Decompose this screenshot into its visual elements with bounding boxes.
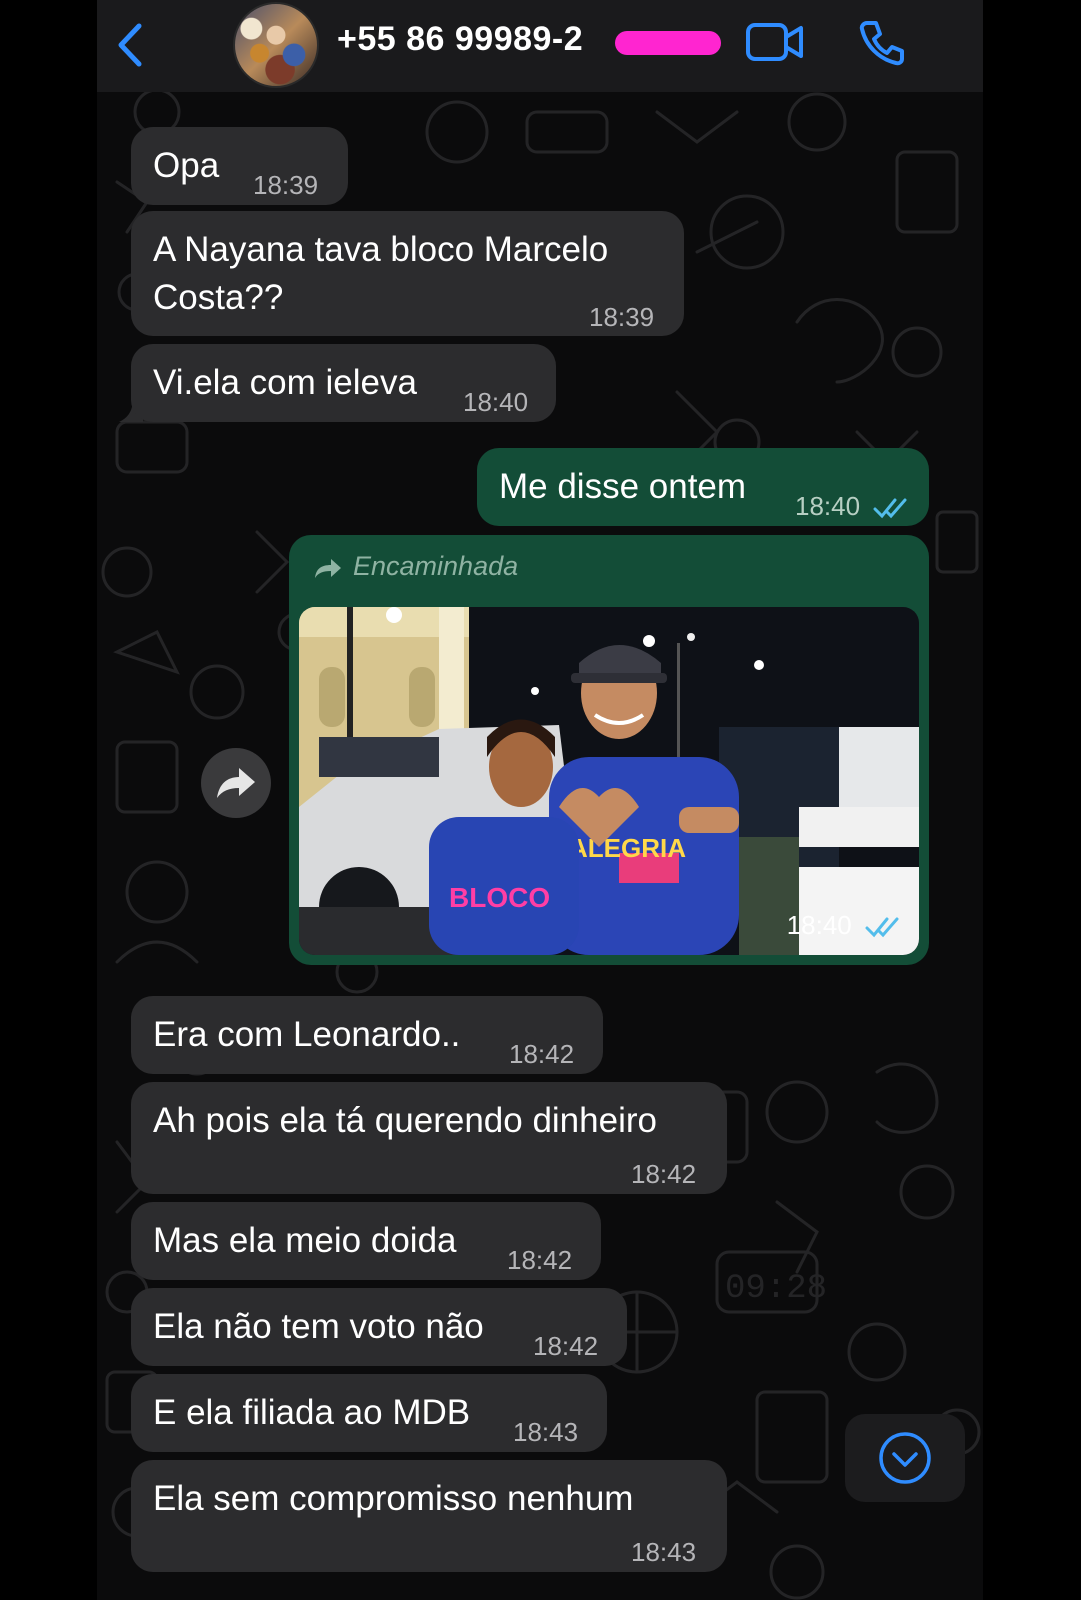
voice-call-button[interactable] <box>857 18 907 68</box>
message-bubble[interactable]: Ela sem compromisso nenhum 18:43 <box>131 1460 727 1572</box>
message-bubble[interactable]: A Nayana tava bloco Marcelo Costa?? 18:3… <box>131 211 684 336</box>
forward-button[interactable] <box>201 748 271 818</box>
message-time: 18:43 <box>631 1537 697 1567</box>
message-text: Ela não tem voto não <box>153 1307 484 1346</box>
message-text: Era com Leonardo.. <box>153 1015 461 1054</box>
shirt-text: ALEGRIA <box>569 833 686 863</box>
forwarded-image-message[interactable]: Encaminhada ALEGRIA BLOCO 18:40 <box>289 535 929 965</box>
photo[interactable]: ALEGRIA BLOCO 18:40 <box>299 607 919 955</box>
message-bubble[interactable]: E ela filiada ao MDB 18:43 <box>131 1374 607 1452</box>
message-bubble[interactable]: Era com Leonardo.. 18:42 <box>131 996 603 1074</box>
message-bubble[interactable]: Opa 18:39 <box>131 127 348 205</box>
message-time: 18:42 <box>507 1245 573 1275</box>
phone-icon <box>859 21 904 66</box>
contact-avatar[interactable] <box>233 2 319 88</box>
message-time: 18:43 <box>513 1417 579 1447</box>
message-time: 18:42 <box>631 1159 697 1189</box>
shirt-text-2: BLOCO <box>449 882 550 913</box>
message-bubble[interactable]: Ah pois ela tá querendo dinheiro 18:42 <box>131 1082 727 1194</box>
message-bubble-outgoing[interactable]: Me disse ontem 18:40 <box>477 448 929 526</box>
message-text: Ah pois ela tá querendo dinheiro <box>153 1101 657 1140</box>
message-text: Vi.ela com ieleva <box>153 363 417 402</box>
forwarded-text: Encaminhada <box>353 551 519 581</box>
forward-arrow-icon <box>217 768 255 798</box>
forward-arrow-icon <box>315 558 341 578</box>
message-text: Costa?? <box>153 278 284 317</box>
chat-screen: Hi 09:28 +55 86 99989-2 <box>97 0 983 1600</box>
video-camera-icon <box>746 23 803 61</box>
chevron-left-icon <box>118 23 142 67</box>
message-text: A Nayana tava bloco Marcelo <box>153 230 609 269</box>
svg-text:09:28: 09:28 <box>725 1270 827 1308</box>
photo-time-text: 18:40 <box>786 910 852 940</box>
message-text: Opa <box>153 146 220 185</box>
photo-image: ALEGRIA BLOCO <box>299 607 919 955</box>
photo-time: 18:40 <box>787 910 901 941</box>
back-button[interactable] <box>111 20 151 70</box>
message-text: Mas ela meio doida <box>153 1221 457 1260</box>
message-time: 18:40 <box>795 482 909 531</box>
message-text: Ela sem compromisso nenhum <box>153 1479 634 1518</box>
message-time-text: 18:40 <box>795 491 861 521</box>
message-time: 18:42 <box>533 1331 599 1361</box>
chat-header: +55 86 99989-2 <box>97 0 983 92</box>
message-bubble[interactable]: Ela não tem voto não 18:42 <box>131 1288 627 1366</box>
message-text: Me disse ontem <box>499 467 747 506</box>
read-ticks-icon <box>865 917 899 938</box>
read-ticks-icon <box>873 498 907 519</box>
redaction-mark <box>615 31 721 55</box>
message-time: 18:39 <box>589 302 655 332</box>
video-call-button[interactable] <box>745 20 805 64</box>
contact-name[interactable]: +55 86 99989-2 <box>337 20 583 59</box>
message-time: 18:40 <box>463 387 529 417</box>
scroll-to-bottom-button[interactable] <box>845 1414 965 1502</box>
message-bubble[interactable]: Vi.ela com ieleva 18:40 <box>131 344 556 422</box>
message-text: E ela filiada ao MDB <box>153 1393 471 1432</box>
message-time: 18:39 <box>253 170 319 200</box>
message-time: 18:42 <box>509 1039 575 1069</box>
message-bubble[interactable]: Mas ela meio doida 18:42 <box>131 1202 601 1280</box>
chevron-down-circle-icon <box>879 1432 931 1484</box>
forwarded-label: Encaminhada <box>313 551 518 582</box>
